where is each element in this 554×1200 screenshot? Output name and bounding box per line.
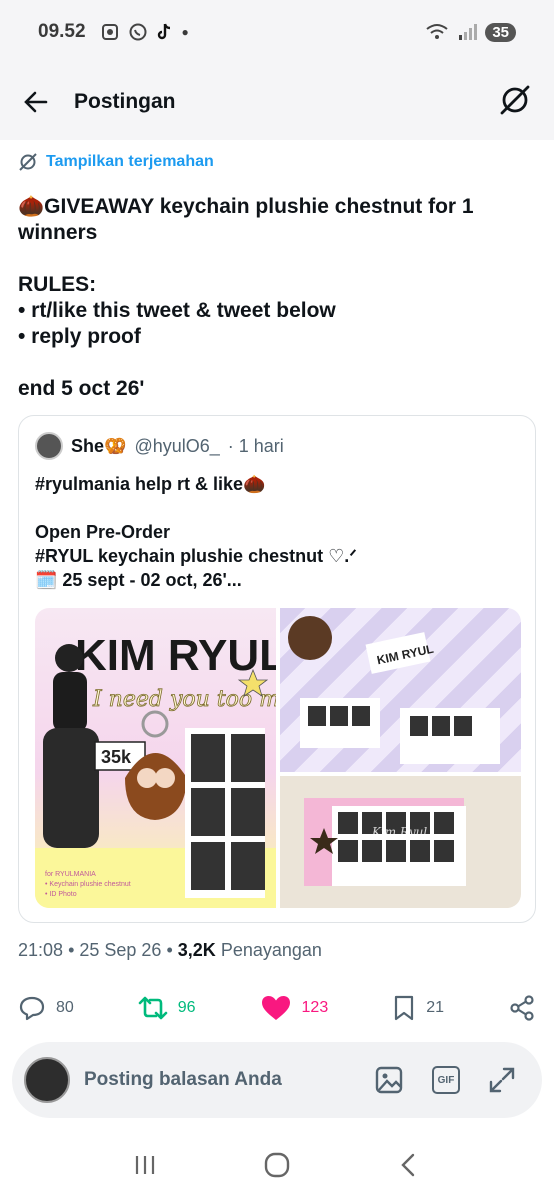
action-bar: 80 96 123 21 (18, 988, 536, 1028)
quoted-avatar[interactable] (35, 432, 63, 460)
reply-composer[interactable]: Posting balasan Anda GIF (12, 1042, 542, 1118)
bookmark-button[interactable]: 21 (392, 994, 444, 1022)
tweet-body: Tampilkan terjemahan 🌰GIVEAWAY keychain … (18, 152, 538, 402)
reply-count: 80 (56, 999, 74, 1016)
heart-icon (261, 996, 290, 1020)
media-image-poster[interactable]: KIM RYUL I need you too much 35k (35, 608, 276, 908)
photocard-illustration: Kim Ryul (304, 798, 466, 886)
quoted-author-handle: @hyulO6_ (134, 435, 220, 456)
share-button[interactable] (508, 994, 536, 1022)
media-image-right-column: KIM RYUL Kim Ryul (280, 608, 521, 908)
quoted-tweet-text: #ryulmania help rt & like🌰 Open Pre-Orde… (35, 474, 357, 590)
tiktok-icon (157, 23, 170, 40)
quoted-author-name: She🥨 (71, 435, 127, 456)
quoted-media-grid: KIM RYUL I need you too much 35k (35, 608, 521, 908)
more-notifications-dot: ● (181, 25, 189, 39)
page-title: Postingan (74, 90, 176, 113)
bookmark-count: 21 (426, 999, 444, 1016)
media-image-photocard[interactable]: Kim Ryul (280, 776, 521, 908)
tweet-meta: 21:08 • 25 Sep 26 • 3,2K Penayangan (18, 940, 322, 960)
screenshot-icon (101, 24, 118, 40)
reply-button[interactable]: 80 (18, 994, 74, 1022)
repost-button[interactable]: 96 (138, 994, 196, 1022)
view-count-label: Penayangan (220, 940, 322, 960)
reply-icon (19, 996, 45, 1021)
poster-caption-1: for RYULMANIA (45, 871, 96, 878)
signal-icon (459, 24, 478, 40)
system-nav-bar (0, 1130, 554, 1200)
image-icon[interactable] (374, 1065, 404, 1095)
status-time: 09.52 (38, 21, 86, 42)
translate-link[interactable]: Tampilkan terjemahan (18, 152, 538, 172)
app-bar: Postingan (0, 64, 554, 140)
like-button[interactable]: 123 (260, 994, 329, 1022)
gif-button[interactable]: GIF (432, 1066, 460, 1094)
quoted-tweet-header: She🥨 @hyulO6_ · 1 hari (19, 416, 535, 460)
share-icon (510, 995, 534, 1021)
user-avatar[interactable] (24, 1057, 70, 1103)
tweet-text: 🌰GIVEAWAY keychain plushie chestnut for … (18, 195, 474, 400)
back-nav-icon[interactable] (396, 1152, 422, 1178)
wifi-icon (426, 24, 448, 39)
photocard-script-text: Kim Ryul (371, 825, 427, 839)
poster-illustration: KIM RYUL I need you too much 35k (35, 631, 276, 908)
status-notification-icons: ● (100, 22, 189, 42)
tweet-time: 21:08 (18, 940, 64, 960)
status-bar: 09.52 ● 35 (0, 0, 554, 64)
view-count: 3,2K (177, 940, 216, 960)
poster-caption-3: • ID Photo (45, 891, 77, 898)
translate-label: Tampilkan terjemahan (46, 153, 214, 170)
cards-illustration: KIM RYUL (288, 616, 500, 764)
reply-placeholder[interactable]: Posting balasan Anda (84, 1069, 282, 1091)
tweet-date: 25 Sep 26 (79, 940, 162, 960)
poster-caption-2: • Keychain plushie chestnut (45, 881, 131, 888)
quoted-tweet[interactable]: She🥨 @hyulO6_ · 1 hari #ryulmania help r… (18, 415, 536, 923)
expand-icon[interactable] (488, 1066, 516, 1094)
home-icon[interactable] (263, 1151, 291, 1179)
bookmark-icon (395, 995, 414, 1021)
repost-count: 96 (177, 999, 196, 1016)
grok-icon[interactable] (498, 83, 532, 117)
media-image-cards[interactable]: KIM RYUL (280, 608, 521, 772)
back-arrow-icon[interactable] (22, 88, 50, 116)
quoted-time: · 1 hari (227, 435, 284, 456)
recent-apps-icon[interactable] (132, 1152, 158, 1178)
whatsapp-icon (129, 23, 147, 41)
price-tag-text: 35k (101, 747, 132, 767)
translate-icon (19, 153, 37, 171)
poster-title-text: KIM RYUL (75, 631, 276, 680)
battery-indicator: 35 (485, 22, 516, 42)
like-count: 123 (301, 999, 329, 1016)
repost-icon (138, 996, 168, 1020)
